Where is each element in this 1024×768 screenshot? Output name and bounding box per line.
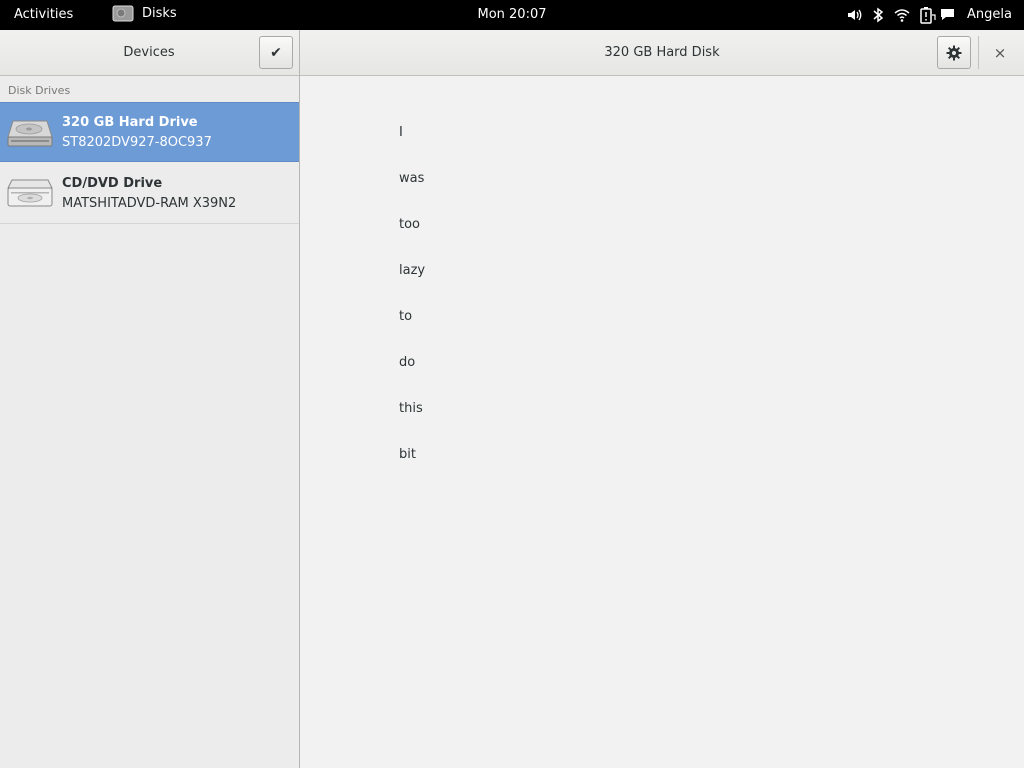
- devices-header: Devices ✔: [0, 30, 299, 76]
- optical-drive-icon: [7, 179, 53, 207]
- word: to: [399, 309, 413, 324]
- drive-item-optical-drive[interactable]: CD/DVD Drive MATSHITADVD-RAM X39N2: [0, 164, 299, 224]
- drive-item-hard-drive[interactable]: 320 GB Hard Drive ST8202DV927-8OC937: [0, 102, 299, 162]
- chat-icon[interactable]: [940, 8, 955, 22]
- header-separator: [978, 36, 979, 69]
- details-header: 320 GB Hard Disk ×: [300, 30, 1024, 76]
- disk-drives-section-label: Disk Drives: [8, 84, 71, 97]
- drive-name: 320 GB Hard Drive: [62, 115, 198, 130]
- disk-details-pane: 320 GB Hard Disk × I was too lazy to do: [300, 30, 1024, 768]
- user-menu[interactable]: Angela: [967, 7, 1012, 22]
- hard-drive-icon: [7, 120, 53, 147]
- app-name: Disks: [142, 6, 177, 21]
- battery-icon[interactable]: [920, 6, 936, 24]
- disk-title: 320 GB Hard Disk: [604, 45, 720, 60]
- top-bar: Activities Disks Mon 20:07 Angela: [0, 0, 1024, 30]
- close-button[interactable]: ×: [990, 43, 1010, 63]
- devices-pane: Devices ✔ Disk Drives 320 GB Hard Drive …: [0, 30, 300, 768]
- drive-model: MATSHITADVD-RAM X39N2: [62, 196, 237, 211]
- bluetooth-icon[interactable]: [872, 7, 884, 23]
- drive-name: CD/DVD Drive: [62, 176, 163, 191]
- word: I: [399, 125, 403, 140]
- volume-icon[interactable]: [846, 7, 862, 23]
- clock[interactable]: Mon 20:07: [477, 7, 546, 22]
- gear-icon: [946, 45, 962, 60]
- disks-app-icon: [112, 5, 134, 22]
- activities-button[interactable]: Activities: [14, 7, 73, 22]
- word: do: [399, 355, 416, 370]
- wifi-icon[interactable]: [894, 7, 910, 23]
- close-icon: ×: [993, 44, 1007, 62]
- word: too: [399, 217, 421, 232]
- drive-model: ST8202DV927-8OC937: [62, 135, 212, 150]
- checkmark-icon: ✔: [270, 44, 282, 61]
- word: this: [399, 401, 423, 416]
- select-mode-button[interactable]: ✔: [259, 36, 293, 69]
- drive-settings-button[interactable]: [937, 36, 971, 69]
- system-tray[interactable]: [846, 6, 936, 24]
- word: lazy: [399, 263, 426, 278]
- word: was: [399, 171, 425, 186]
- placeholder-text: I was too lazy to do this bit: [399, 124, 425, 492]
- word: bit: [399, 447, 416, 462]
- app-menu[interactable]: Disks: [112, 5, 177, 22]
- devices-title: Devices: [123, 45, 175, 60]
